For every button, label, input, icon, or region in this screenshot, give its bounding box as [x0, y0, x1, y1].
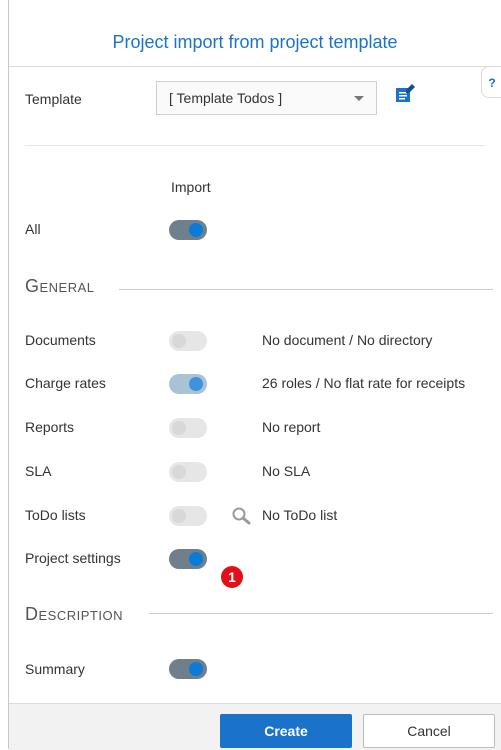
- row-label-documents: Documents: [25, 332, 96, 348]
- row-label-project-settings: Project settings: [25, 550, 121, 566]
- toggle-project-settings[interactable]: [169, 549, 207, 569]
- chevron-down-icon: [354, 96, 364, 101]
- section-divider: [119, 289, 493, 290]
- toggle-knob: [189, 552, 203, 566]
- help-tab[interactable]: ?: [481, 66, 501, 98]
- all-label: All: [25, 221, 41, 237]
- section-description-title: Description: [25, 604, 123, 624]
- toggle-knob: [172, 509, 186, 523]
- create-button[interactable]: Create: [220, 714, 352, 748]
- row-label-charge-rates: Charge rates: [25, 375, 106, 391]
- toggle-knob: [189, 662, 203, 676]
- info-todo-lists: No ToDo list: [262, 507, 338, 523]
- template-select[interactable]: [ Template Todos ]: [156, 81, 377, 115]
- row-label-summary: Summary: [25, 661, 85, 677]
- info-sla: No SLA: [262, 463, 311, 479]
- import-column-header: Import: [171, 179, 211, 195]
- toggle-documents[interactable]: [169, 331, 207, 351]
- notification-badge: 1: [221, 566, 243, 588]
- toggle-knob: [172, 334, 186, 348]
- toggle-sla[interactable]: [169, 462, 207, 482]
- project-import-dialog: Project import from project template ? T…: [8, 0, 501, 750]
- info-charge-rates: 26 roles / No flat rate for receipts: [262, 375, 466, 391]
- toggle-summary[interactable]: [169, 659, 207, 679]
- edit-icon[interactable]: [395, 84, 415, 104]
- toggle-reports[interactable]: [169, 418, 207, 438]
- toggle-knob: [189, 377, 203, 391]
- all-toggle[interactable]: [169, 220, 207, 240]
- info-documents: No document / No directory: [262, 332, 433, 348]
- search-icon[interactable]: [232, 507, 252, 525]
- row-label-todo-lists: ToDo lists: [25, 507, 86, 523]
- toggle-knob: [172, 465, 186, 479]
- toggle-charge-rates[interactable]: [169, 374, 207, 394]
- row-label-sla: SLA: [25, 463, 52, 479]
- divider: [25, 145, 485, 146]
- cancel-button[interactable]: Cancel: [363, 714, 495, 748]
- template-label: Template: [25, 91, 82, 107]
- info-reports: No report: [262, 419, 321, 435]
- section-divider: [149, 613, 493, 614]
- template-select-value: [ Template Todos ]: [169, 90, 283, 106]
- toggle-knob: [189, 223, 203, 237]
- toggle-todo-lists[interactable]: [169, 506, 207, 526]
- section-general-title: General: [25, 276, 95, 296]
- dialog-title: Project import from project template: [9, 0, 501, 67]
- toggle-knob: [172, 421, 186, 435]
- dialog-footer: Create Cancel: [9, 703, 501, 750]
- row-label-reports: Reports: [25, 419, 75, 435]
